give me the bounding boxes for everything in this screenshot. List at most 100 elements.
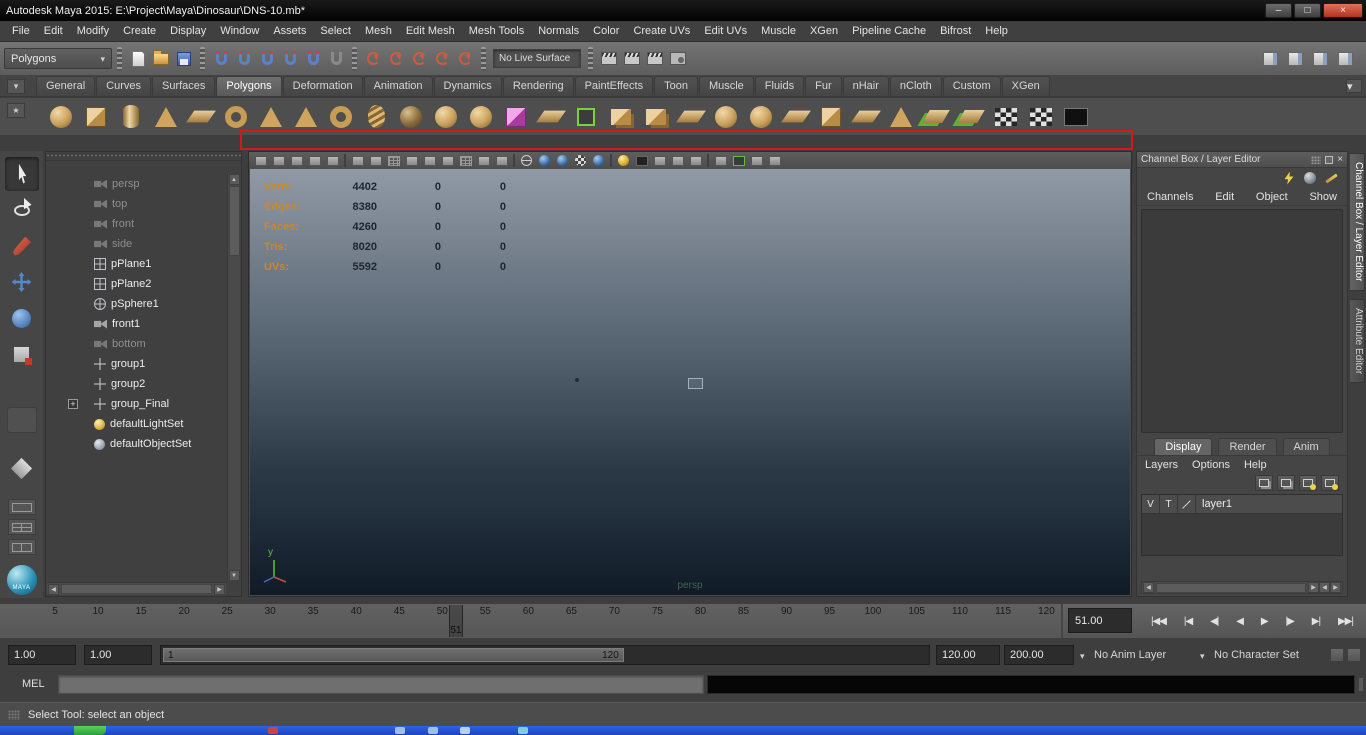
status-group-separator[interactable] [200, 46, 205, 71]
taskbar-item[interactable] [268, 727, 278, 734]
outliner-item[interactable]: bottom [48, 334, 226, 354]
outliner-item[interactable]: persp [48, 174, 226, 194]
uv-snapshot-icon[interactable] [1024, 100, 1058, 134]
image-plane-icon[interactable] [324, 153, 341, 168]
textured-icon[interactable] [572, 153, 589, 168]
separator[interactable] [608, 153, 614, 168]
soft-modification-tool[interactable] [5, 451, 39, 485]
make-object-live-icon[interactable] [325, 47, 347, 71]
layer-editor-tab[interactable]: Render [1218, 438, 1277, 455]
outliner-item[interactable]: group_Final [48, 394, 226, 414]
scroll-left-icon[interactable] [48, 583, 59, 595]
scroll-right-icon[interactable] [1330, 582, 1341, 593]
start-button[interactable] [74, 726, 106, 735]
move-layer-up-icon[interactable] [1255, 475, 1273, 491]
menu-item[interactable]: Edit UVs [697, 25, 754, 37]
create-layer-from-selected-icon[interactable] [1321, 475, 1339, 491]
shelf-tab[interactable]: Surfaces [151, 76, 216, 96]
move-tool[interactable] [5, 265, 39, 299]
outliner-item[interactable]: pSphere1 [48, 294, 226, 314]
minimize-button[interactable]: – [1265, 3, 1292, 18]
shelf-editor-icon[interactable] [1346, 79, 1362, 93]
menu-item[interactable]: Mesh [358, 25, 399, 37]
shelf-tab[interactable]: nHair [842, 76, 889, 96]
snap-to-points-icon[interactable] [256, 47, 278, 71]
taskbar-item[interactable] [428, 727, 438, 734]
windows-taskbar[interactable] [0, 726, 1366, 735]
outliner-item[interactable]: defaultLightSet [48, 414, 226, 434]
shelf-menu-icon[interactable] [7, 79, 25, 94]
poly-soccer-ball-icon[interactable] [394, 100, 428, 134]
channel-box-content[interactable] [1141, 209, 1343, 433]
render-current-frame-icon[interactable] [621, 47, 643, 71]
layer-editor-menu[interactable]: Help [1244, 459, 1267, 471]
menu-item[interactable]: Modify [70, 25, 116, 37]
range-slider-track[interactable]: 1 120 [160, 645, 930, 665]
shelf-tab[interactable]: Polygons [216, 76, 282, 96]
animation-start-field[interactable]: 1.00 [8, 645, 76, 665]
panel-grip-icon[interactable] [1311, 155, 1322, 164]
input-output-connections-icon[interactable] [408, 47, 430, 71]
outliner-item[interactable]: group2 [48, 374, 226, 394]
scene-object[interactable] [688, 378, 703, 389]
chevron-down-icon[interactable] [1200, 651, 1205, 662]
outliner-horizontal-scrollbar[interactable] [47, 582, 226, 595]
scrollbar-thumb[interactable] [1156, 582, 1306, 593]
layer-editor-tab[interactable]: Anim [1282, 438, 1330, 455]
layer-editor-menu[interactable]: Layers [1145, 459, 1178, 471]
taskbar-item[interactable] [518, 727, 528, 734]
menu-item[interactable]: Display [163, 25, 213, 37]
shelf-tab[interactable]: Deformation [282, 76, 363, 96]
status-group-separator[interactable] [588, 46, 593, 71]
playback-start-field[interactable]: 1.00 [84, 645, 152, 665]
uv-planar-mapping-icon[interactable] [499, 100, 533, 134]
shelf-tab[interactable]: Animation [363, 76, 433, 96]
layer-editor-scrollbar[interactable] [1141, 581, 1343, 594]
close-panel-icon[interactable] [1337, 154, 1343, 165]
show-tool-settings-icon[interactable] [1309, 47, 1331, 71]
snap-to-projected-center-icon[interactable] [279, 47, 301, 71]
menu-item[interactable]: Bifrost [933, 25, 978, 37]
output-from-selected-icon[interactable] [385, 47, 407, 71]
anim-layer-dropdown[interactable]: No Anim Layer [1094, 649, 1166, 661]
separate-icon[interactable] [639, 100, 673, 134]
film-gate-icon[interactable] [403, 153, 420, 168]
combine-icon[interactable] [604, 100, 638, 134]
two-pane-layout-button[interactable] [7, 539, 36, 555]
resolution-gate-icon[interactable] [421, 153, 438, 168]
shelf-tab[interactable]: Custom [942, 76, 1001, 96]
go-to-end-button[interactable]: ▶▶| [1338, 616, 1354, 627]
outliner-item[interactable]: side [48, 234, 226, 254]
outliner-item[interactable]: top [48, 194, 226, 214]
panel-grip[interactable] [46, 152, 241, 161]
time-slider[interactable]: 5 10 15 20 25 30 35 40 45 50 55 60 65 70 75 80 85 90 95 100… [0, 604, 1063, 638]
menu-item[interactable]: Assets [266, 25, 313, 37]
range-slider-handle[interactable]: 1 120 [163, 648, 624, 662]
step-forward-key-button[interactable]: ▶| [1312, 616, 1321, 627]
outliner-vertical-scrollbar[interactable] [227, 174, 240, 581]
channel-box-menu[interactable]: Channels [1147, 191, 1193, 203]
input-to-selected-icon[interactable] [362, 47, 384, 71]
bridge-icon[interactable] [849, 100, 883, 134]
gate-mask-icon[interactable] [439, 153, 456, 168]
separator[interactable] [511, 153, 517, 168]
sculpt-geometry-icon[interactable] [464, 100, 498, 134]
lasso-select-tool[interactable] [5, 193, 39, 227]
safe-action-icon[interactable] [475, 153, 492, 168]
step-forward-frame-button[interactable]: |▶ [1286, 616, 1295, 627]
show-modeling-toolkit-icon[interactable] [1259, 47, 1281, 71]
animation-preferences-icon[interactable] [1347, 648, 1361, 662]
menu-item[interactable]: Muscle [754, 25, 803, 37]
scroll-left-icon[interactable] [1143, 582, 1154, 593]
auto-key-icon[interactable] [1330, 648, 1344, 662]
outliner-item[interactable]: pPlane1 [48, 254, 226, 274]
snap-to-grids-icon[interactable] [210, 47, 232, 71]
go-to-start-button[interactable]: |◀◀ [1151, 616, 1167, 627]
chevron-down-icon[interactable] [1080, 651, 1085, 662]
scroll-right-icon[interactable] [214, 583, 225, 595]
create-empty-layer-icon[interactable] [1299, 475, 1317, 491]
open-render-view-icon[interactable] [598, 47, 620, 71]
play-forwards-button[interactable]: ▶ [1261, 616, 1269, 627]
uv-texture-editor-icon[interactable] [1059, 100, 1093, 134]
shelf-tab[interactable]: Muscle [698, 76, 754, 96]
